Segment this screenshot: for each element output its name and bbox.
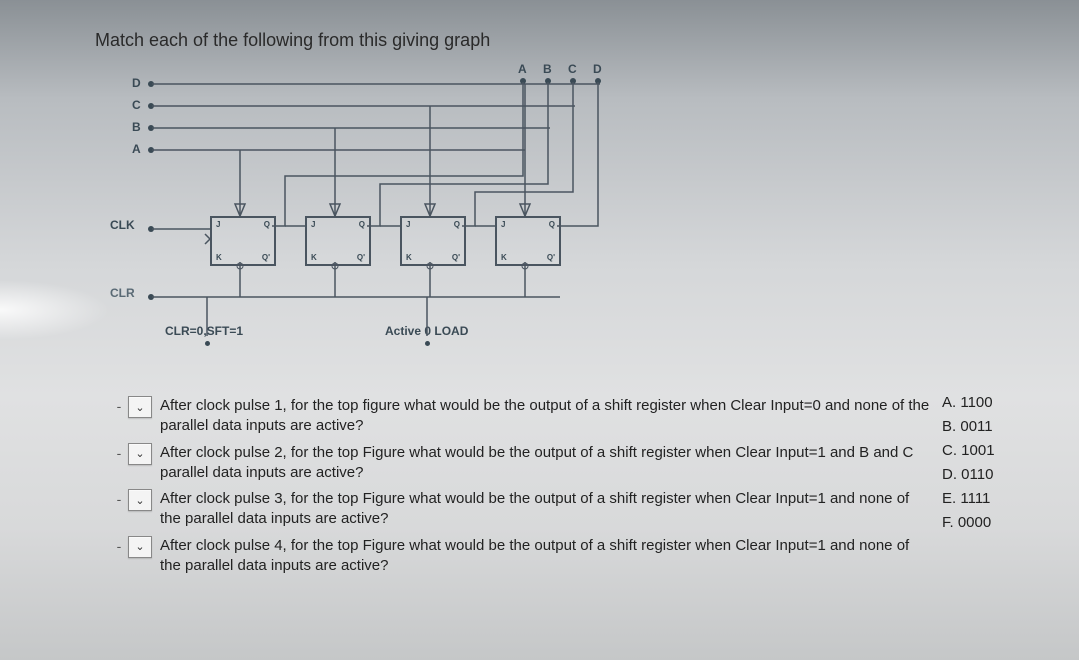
top-output-c: C — [568, 62, 577, 76]
top-output-b: B — [543, 62, 552, 76]
answer-dropdown-4[interactable]: ⌄ — [128, 536, 152, 558]
answer-dropdown-1[interactable]: ⌄ — [128, 396, 152, 418]
answer-dropdown-3[interactable]: ⌄ — [128, 489, 152, 511]
circuit-diagram: D C B A A B C D CLK CLR CLR=0,SFT=1 Acti… — [150, 76, 710, 366]
row-marker: - — [110, 396, 128, 414]
row-marker: - — [110, 489, 128, 507]
side-input-d: D — [132, 76, 141, 90]
question-text: After clock pulse 3, for the top Figure … — [160, 489, 930, 530]
match-row-4: - ⌄ After clock pulse 4, for the top Fig… — [110, 536, 999, 577]
chevron-down-icon: ⌄ — [135, 540, 144, 553]
answer-dropdown-2[interactable]: ⌄ — [128, 443, 152, 465]
row-marker: - — [110, 536, 128, 554]
question-text: After clock pulse 1, for the top figure … — [160, 396, 930, 437]
side-input-c: C — [132, 98, 141, 112]
top-output-d: D — [593, 62, 602, 76]
question-text: After clock pulse 4, for the top Figure … — [160, 536, 930, 577]
row-marker: - — [110, 443, 128, 461]
option-e: E. 1111 — [942, 490, 1004, 507]
match-row-2: - ⌄ After clock pulse 2, for the top Fig… — [110, 443, 999, 484]
option-f: F. 0000 — [942, 514, 1004, 531]
side-input-a: A — [132, 142, 141, 156]
top-output-a: A — [518, 62, 527, 76]
side-input-b: B — [132, 120, 141, 134]
chevron-down-icon: ⌄ — [135, 494, 144, 507]
question-text: After clock pulse 2, for the top Figure … — [160, 443, 930, 484]
clr-label: CLR — [110, 286, 135, 300]
match-row-1: - ⌄ After clock pulse 1, for the top fig… — [110, 396, 999, 437]
clk-label: CLK — [110, 218, 135, 232]
matching-questions: - ⌄ After clock pulse 1, for the top fig… — [110, 396, 999, 576]
chevron-down-icon: ⌄ — [135, 401, 144, 414]
option-d: D. 0110 — [942, 466, 1004, 483]
option-a: A. 1100 — [942, 394, 1004, 411]
chevron-down-icon: ⌄ — [135, 447, 144, 460]
option-b: B. 0011 — [942, 418, 1004, 435]
answer-options: A. 1100 B. 0011 C. 1001 D. 0110 E. 1111 … — [942, 394, 1004, 538]
circuit-wires — [150, 76, 710, 366]
match-row-3: - ⌄ After clock pulse 3, for the top Fig… — [110, 489, 999, 530]
question-prompt: Match each of the following from this gi… — [95, 30, 999, 51]
option-c: C. 1001 — [942, 442, 1004, 459]
